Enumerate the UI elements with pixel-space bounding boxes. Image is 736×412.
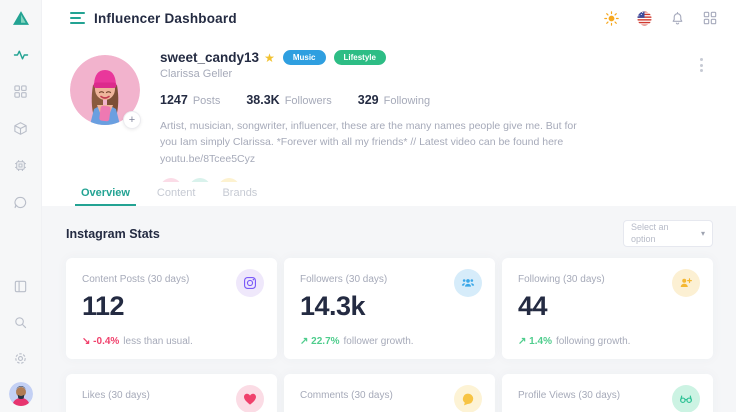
sidebar-item-integrations[interactable] xyxy=(0,147,42,184)
stats-cards-grid: Content Posts (30 days) 112 ↘ -0.4% less… xyxy=(66,258,713,412)
card-trend: ↘ -0.4% less than usual. xyxy=(82,336,193,347)
sidebar-item-dashboard[interactable] xyxy=(0,73,42,110)
gear-icon xyxy=(13,351,28,366)
stat-posts-value: 1247 xyxy=(160,93,188,107)
profile-bio: Artist, musician, songwriter, influencer… xyxy=(160,118,592,167)
stats-filter-select[interactable]: Select an option ▾ xyxy=(623,220,713,247)
stat-following: 329 Following xyxy=(358,93,430,107)
topbar: Influencer Dashboard xyxy=(42,0,736,36)
trend-text: following growth. xyxy=(556,336,630,347)
language-flag-us-icon[interactable] xyxy=(636,10,652,26)
profile-avatar-wrap: + xyxy=(70,55,140,125)
trend-percent: -0.4% xyxy=(93,336,119,347)
profile-username: sweet_candy13 xyxy=(160,50,259,65)
tab-brands[interactable]: Brands xyxy=(216,182,263,206)
profile-tabs: Overview Content Brands xyxy=(42,182,736,206)
profile-section: + sweet_candy13 ★ Music Lifestyle Claris… xyxy=(42,36,736,182)
sidebar-item-activity[interactable] xyxy=(0,36,42,73)
search-icon xyxy=(13,315,28,330)
instagram-stats-section: Instagram Stats Select an option ▾ Conte… xyxy=(42,206,736,412)
avatar-add-button[interactable]: + xyxy=(123,111,141,129)
card-label: Comments (30 days) xyxy=(300,387,479,401)
card-label: Followers (30 days) xyxy=(300,271,479,285)
verified-star-icon: ★ xyxy=(264,51,275,65)
card-label: Profile Views (30 days) xyxy=(518,387,697,401)
card-value: 44 xyxy=(518,293,697,320)
avatar xyxy=(9,382,33,406)
sidebar-user-avatar[interactable] xyxy=(9,382,33,406)
menu-icon[interactable] xyxy=(70,12,85,24)
stat-posts-label: Posts xyxy=(193,95,221,107)
card-value: 14.3k xyxy=(300,293,479,320)
glasses-icon xyxy=(672,385,700,412)
stat-followers-value: 38.3K xyxy=(246,93,279,107)
profile-info: sweet_candy13 ★ Music Lifestyle Clarissa… xyxy=(160,50,630,200)
stat-following-label: Following xyxy=(384,95,430,107)
trend-text: less than usual. xyxy=(123,336,193,347)
followers-group-icon xyxy=(454,269,482,297)
card-value: 112 xyxy=(82,293,261,320)
category-badge-lifestyle[interactable]: Lifestyle xyxy=(334,50,386,65)
page-title: Influencer Dashboard xyxy=(94,11,237,26)
stat-posts: 1247 Posts xyxy=(160,93,220,107)
section-title: Instagram Stats xyxy=(66,227,160,241)
comment-bubble-icon xyxy=(454,385,482,412)
trend-arrow-up-icon: ↗ xyxy=(300,336,308,347)
app-logo[interactable] xyxy=(0,0,42,36)
card-likes[interactable]: Likes (30 days) xyxy=(66,374,277,412)
apps-grid-icon[interactable] xyxy=(702,10,718,26)
stat-followers-label: Followers xyxy=(285,95,332,107)
select-placeholder: Select an option xyxy=(631,222,689,245)
sidebar-item-panels[interactable] xyxy=(0,268,42,304)
profile-stats-row: 1247 Posts 38.3K Followers 329 Following xyxy=(160,93,630,107)
trend-percent: 1.4% xyxy=(529,336,552,347)
chat-icon xyxy=(13,195,28,210)
trend-arrow-down-icon: ↘ xyxy=(82,336,90,347)
profile-more-menu-icon[interactable] xyxy=(697,55,706,75)
tab-content[interactable]: Content xyxy=(151,182,202,206)
tab-overview[interactable]: Overview xyxy=(75,182,136,206)
sidebar-item-settings[interactable] xyxy=(0,340,42,376)
topbar-actions xyxy=(603,10,718,26)
card-trend: ↗ 22.7% follower growth. xyxy=(300,336,414,347)
trend-percent: 22.7% xyxy=(311,336,339,347)
card-trend: ↗ 1.4% following growth. xyxy=(518,336,630,347)
category-badge-music[interactable]: Music xyxy=(283,50,326,65)
card-label: Content Posts (30 days) xyxy=(82,271,261,285)
influencer-dashboard-app: Influencer Dashboard xyxy=(0,0,736,412)
trend-arrow-up-icon: ↗ xyxy=(518,336,526,347)
triangle-logo-icon xyxy=(12,10,30,26)
chevron-down-icon: ▾ xyxy=(701,229,705,238)
sidebar-bottom-group xyxy=(0,268,42,412)
user-plus-icon xyxy=(672,269,700,297)
theme-sun-icon[interactable] xyxy=(603,10,619,26)
stat-followers: 38.3K Followers xyxy=(246,93,331,107)
activity-icon xyxy=(13,47,29,63)
sidebar-item-messages[interactable] xyxy=(0,184,42,221)
sidebar xyxy=(0,0,42,412)
card-label: Following (30 days) xyxy=(518,271,697,285)
card-profile-views[interactable]: Profile Views (30 days) xyxy=(502,374,713,412)
dashboard-grid-icon xyxy=(13,84,28,99)
card-following[interactable]: Following (30 days) 44 ↗ 1.4% following … xyxy=(502,258,713,359)
cube-icon xyxy=(13,121,28,136)
chip-icon xyxy=(13,158,28,173)
card-content-posts[interactable]: Content Posts (30 days) 112 ↘ -0.4% less… xyxy=(66,258,277,359)
card-comments[interactable]: Comments (30 days) xyxy=(284,374,495,412)
instagram-icon xyxy=(236,269,264,297)
card-followers[interactable]: Followers (30 days) 14.3k ↗ 22.7% follow… xyxy=(284,258,495,359)
heart-icon xyxy=(236,385,264,412)
sidebar-item-search[interactable] xyxy=(0,304,42,340)
stat-following-value: 329 xyxy=(358,93,379,107)
profile-full-name: Clarissa Geller xyxy=(160,68,630,80)
notifications-bell-icon[interactable] xyxy=(669,10,685,26)
panel-layout-icon xyxy=(13,279,28,294)
card-label: Likes (30 days) xyxy=(82,387,261,401)
sidebar-item-products[interactable] xyxy=(0,110,42,147)
trend-text: follower growth. xyxy=(344,336,414,347)
